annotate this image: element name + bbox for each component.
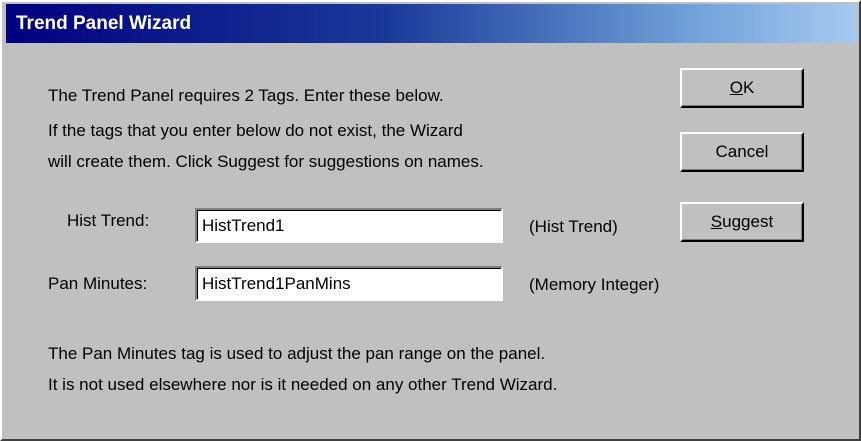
ok-label-rest: K [742,78,755,97]
pan-minutes-label: Pan Minutes: [48,274,148,293]
title-bar[interactable]: Trend Panel Wizard [6,4,857,43]
footer-line-2: It is not used elsewhere nor is it neede… [48,375,558,394]
intro-line-1: The Trend Panel requires 2 Tags. Enter t… [48,86,444,105]
hist-trend-type: (Hist Trend) [529,217,618,236]
footer-line-1: The Pan Minutes tag is used to adjust th… [48,344,546,363]
pan-minutes-input[interactable] [195,266,503,301]
suggest-accelerator: S [710,212,723,231]
ok-button[interactable]: OK [680,68,804,108]
intro-line-2: If the tags that you enter below do not … [48,121,463,140]
window-title: Trend Panel Wizard [16,13,192,34]
hist-trend-label: Hist Trend: [67,211,150,230]
intro-line-3: will create them. Click Suggest for sugg… [48,152,484,171]
cancel-button[interactable]: Cancel [680,132,804,172]
suggest-label-rest: uggest [722,212,774,231]
suggest-button[interactable]: Suggest [680,202,804,242]
hist-trend-input[interactable] [195,208,503,243]
pan-minutes-type: (Memory Integer) [529,275,660,294]
ok-accelerator: O [729,78,743,97]
trend-panel-wizard-dialog: Trend Panel Wizard The Trend Panel requi… [0,0,861,441]
